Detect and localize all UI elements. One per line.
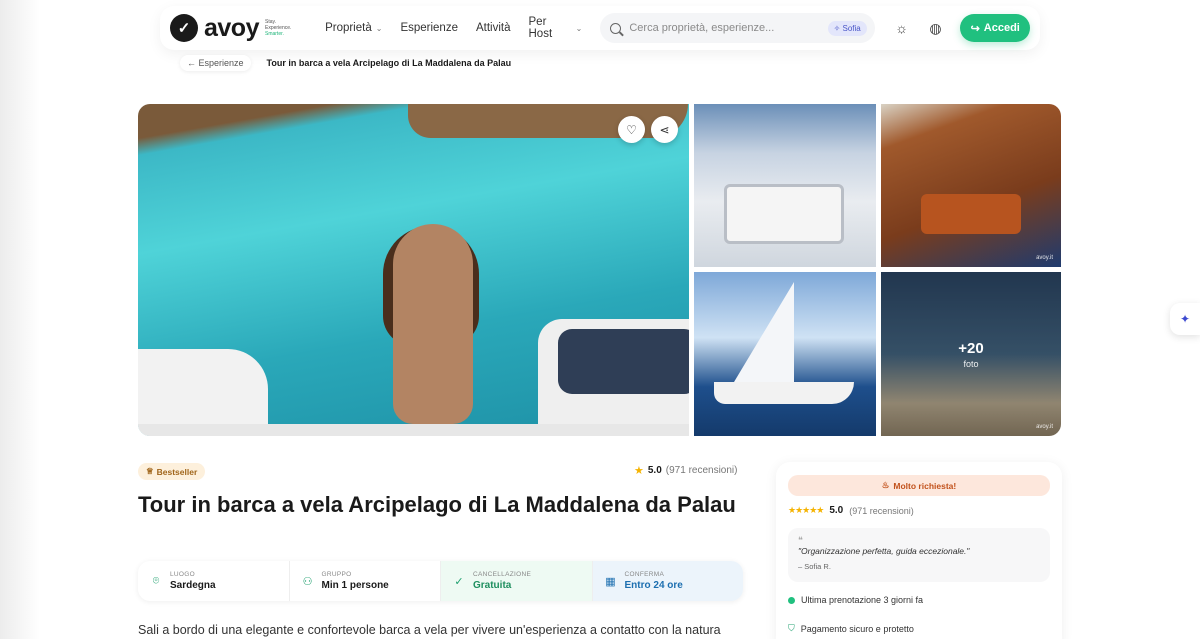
more-photos-count: +20 xyxy=(958,339,984,357)
share-button[interactable]: ⋖ xyxy=(651,116,678,143)
location-icon: ⌾ xyxy=(152,574,160,587)
info-bar: ⌾ LUOGO Sardegna ⚇ GRUPPO Min 1 persone … xyxy=(138,561,743,601)
info-luogo: ⌾ LUOGO Sardegna xyxy=(138,561,290,601)
page-title: Tour in barca a vela Arcipelago di La Ma… xyxy=(138,492,736,517)
rating-summary[interactable]: ★ 5.0 (971 recensioni) xyxy=(634,464,738,477)
photo-thumbnail-cabin[interactable]: avoy.it xyxy=(881,104,1061,267)
booking-card: ♨ Molto richiesta! ★★★★★ 5.0 (971 recensi… xyxy=(776,462,1062,639)
check-icon: ✓ xyxy=(454,575,464,588)
language-globe-icon[interactable]: ◍ xyxy=(923,15,949,41)
photo-thumbnail-deck-table[interactable] xyxy=(694,104,876,267)
login-icon: ↪ xyxy=(970,22,980,35)
nav-item-esperienze[interactable]: Esperienze xyxy=(400,16,458,40)
chevron-down-icon: ⌄ xyxy=(575,23,583,33)
photo-thumbnail-sailboat[interactable] xyxy=(694,272,876,436)
main-photo[interactable]: ♡ ⋖ xyxy=(138,104,689,436)
logo[interactable]: ✓ avoy Stay. Experience. Smarter. xyxy=(170,14,319,43)
theme-toggle-sun-icon[interactable]: ☼ xyxy=(889,15,915,41)
nav-item-attivita[interactable]: Attività xyxy=(476,16,511,40)
favorite-heart-button[interactable]: ♡ xyxy=(618,116,645,143)
page-edge-shadow xyxy=(0,0,40,639)
main-nav: Proprietà ⌄ Esperienze Attività Per Host ⌄ xyxy=(325,16,582,40)
photo-gallery: ♡ ⋖ avoy.it +20 foto avoy.it xyxy=(138,104,1061,436)
nav-item-per-host[interactable]: Per Host ⌄ xyxy=(529,16,583,40)
last-booking-info: Ultima prenotazione 3 giorni fa xyxy=(788,595,923,605)
more-photos-label: foto xyxy=(963,358,979,369)
review-quote: ❝ "Organizzazione perfetta, guida eccezi… xyxy=(788,528,1050,582)
search-icon xyxy=(610,22,622,34)
breadcrumb-back-button[interactable]: ← Esperienze xyxy=(180,55,251,71)
top-nav-bar: ✓ avoy Stay. Experience. Smarter. Propri… xyxy=(160,6,1040,50)
card-rating[interactable]: ★★★★★ 5.0 (971 recensioni) xyxy=(788,505,914,516)
breadcrumb: ← Esperienze Tour in barca a vela Arcipe… xyxy=(180,55,511,71)
logo-tagline: Stay. Experience. Smarter. xyxy=(264,19,292,37)
info-cancellazione: ✓ CANCELLAZIONE Gratuita xyxy=(441,561,593,601)
five-stars-icon: ★★★★★ xyxy=(788,505,824,515)
ai-assistant-sparkle-icon[interactable]: ✦ xyxy=(1170,303,1200,335)
popular-badge: ♨ Molto richiesta! xyxy=(788,475,1050,496)
logo-text: avoy xyxy=(204,13,259,42)
status-dot-icon xyxy=(788,596,795,604)
sofia-ai-button[interactable]: ✧ Sofia xyxy=(827,20,867,36)
photo-thumbnail-more[interactable]: +20 foto avoy.it xyxy=(881,272,1061,436)
search-input[interactable] xyxy=(629,22,820,34)
info-gruppo: ⚇ GRUPPO Min 1 persone xyxy=(290,561,441,601)
info-conferma: ▦ CONFERMA Entro 24 ore xyxy=(592,561,743,601)
calendar-icon: ▦ xyxy=(605,575,616,588)
group-icon: ⚇ xyxy=(302,575,313,588)
login-button[interactable]: ↪ Accedi xyxy=(960,14,1030,42)
nav-item-proprieta[interactable]: Proprietà ⌄ xyxy=(325,16,382,40)
description: Sali a bordo di una elegante e confortev… xyxy=(138,623,721,637)
bestseller-badge: ♕ Bestseller xyxy=(138,463,206,480)
secure-payment-info: ⛉ Pagamento sicuro e protetto xyxy=(788,623,914,634)
search-bar[interactable]: ✧ Sofia xyxy=(600,13,875,43)
star-icon: ★ xyxy=(634,465,644,477)
breadcrumb-current: Tour in barca a vela Arcipelago di La Ma… xyxy=(266,58,512,68)
logo-mark-icon: ✓ xyxy=(170,14,198,42)
quote-icon: ❝ xyxy=(798,535,803,545)
chevron-down-icon: ⌄ xyxy=(375,23,383,33)
flame-icon: ♨ xyxy=(881,480,890,490)
shield-icon: ⛉ xyxy=(788,623,795,633)
trophy-icon: ♕ xyxy=(146,466,154,476)
